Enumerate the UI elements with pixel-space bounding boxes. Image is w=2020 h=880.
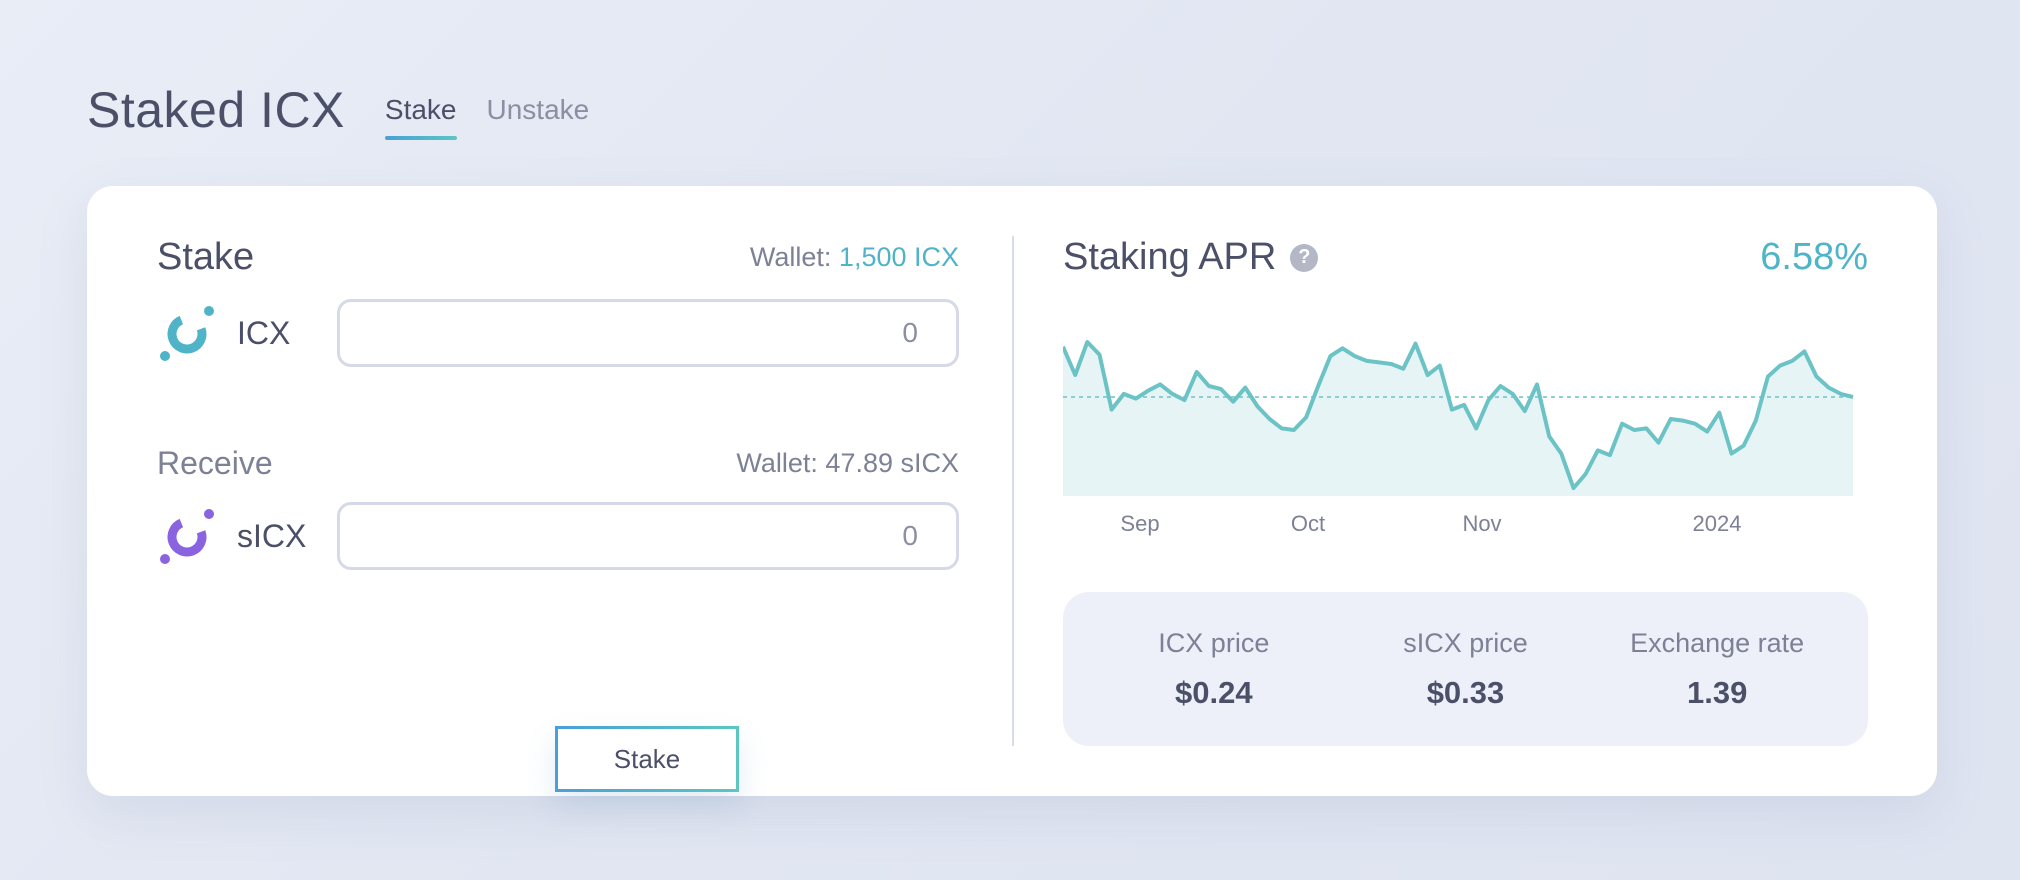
apr-area-fill bbox=[1063, 342, 1853, 496]
sicx-output-row: sICX bbox=[157, 502, 959, 570]
apr-header: Staking APR ? 6.58% bbox=[1063, 236, 1868, 279]
apr-title: Staking APR bbox=[1063, 236, 1277, 278]
icx-logo-icon bbox=[160, 306, 214, 361]
apr-panel: Staking APR ? 6.58% Sep Oct Nov 2024 ICX pr… bbox=[1061, 236, 1868, 746]
stake-panel: Stake Wallet: 1,500 ICX ICX Receive Wall… bbox=[157, 236, 959, 792]
tab-unstake[interactable]: Unstake bbox=[487, 94, 590, 136]
stake-button[interactable]: Stake bbox=[555, 726, 739, 792]
stake-header: Stake Wallet: 1,500 ICX bbox=[157, 236, 959, 279]
page-header: Staked ICX Stake Unstake bbox=[87, 70, 619, 140]
icx-wallet-amount[interactable]: 1,500 ICX bbox=[839, 242, 959, 272]
stat-value: $0.33 bbox=[1426, 674, 1505, 710]
stat-label: Exchange rate bbox=[1630, 627, 1805, 658]
x-tick-label: 2024 bbox=[1693, 511, 1742, 536]
stat-sicx-price: sICX price $0.33 bbox=[1345, 628, 1585, 711]
help-icon[interactable]: ? bbox=[1290, 243, 1319, 272]
x-tick-label: Oct bbox=[1291, 511, 1325, 536]
sicx-token-label: sICX bbox=[237, 517, 307, 554]
apr-value: 6.58% bbox=[1760, 236, 1868, 278]
tab-bar: Stake Unstake bbox=[384, 94, 619, 140]
apr-chart-svg: Sep Oct Nov 2024 bbox=[1061, 340, 1854, 536]
icx-token-label: ICX bbox=[237, 314, 291, 351]
chart-area-group bbox=[1061, 340, 1854, 496]
price-stats: ICX price $0.24 sICX price $0.33 Exchang… bbox=[1063, 592, 1868, 746]
page-title: Staked ICX bbox=[87, 82, 345, 138]
icx-input-row: ICX bbox=[157, 299, 959, 367]
chart-tick-group: Sep Oct Nov 2024 bbox=[1120, 511, 1741, 536]
sicx-amount-input[interactable] bbox=[337, 502, 959, 570]
stat-label: ICX price bbox=[1158, 627, 1270, 658]
stat-icx-price: ICX price $0.24 bbox=[1094, 628, 1334, 711]
x-tick-label: Nov bbox=[1462, 511, 1501, 536]
icx-wallet-balance: Wallet: 1,500 ICX bbox=[750, 242, 959, 273]
receive-header: Receive Wallet: 47.89 sICX bbox=[157, 445, 959, 482]
receive-section-title: Receive bbox=[157, 445, 273, 481]
x-tick-label: Sep bbox=[1120, 511, 1159, 536]
apr-chart: Sep Oct Nov 2024 bbox=[1061, 326, 1863, 536]
stat-exchange-rate: Exchange rate 1.39 bbox=[1597, 628, 1837, 711]
apr-title-group: Staking APR ? bbox=[1063, 236, 1319, 279]
stake-section-title: Stake bbox=[157, 236, 255, 278]
icx-amount-input[interactable] bbox=[337, 299, 959, 367]
sicx-wallet-balance: Wallet: 47.89 sICX bbox=[736, 448, 959, 478]
stat-label: sICX price bbox=[1403, 627, 1528, 658]
staking-card: Stake Wallet: 1,500 ICX ICX Receive Wall… bbox=[87, 186, 1937, 796]
panel-divider bbox=[1012, 236, 1014, 746]
sicx-logo-icon bbox=[160, 509, 214, 564]
stat-value: $0.24 bbox=[1175, 674, 1253, 710]
receive-block: Receive Wallet: 47.89 sICX sICX bbox=[157, 445, 959, 570]
stat-value: 1.39 bbox=[1686, 674, 1748, 710]
wallet-prefix: Wallet: bbox=[749, 242, 832, 272]
tab-stake[interactable]: Stake bbox=[384, 94, 457, 140]
